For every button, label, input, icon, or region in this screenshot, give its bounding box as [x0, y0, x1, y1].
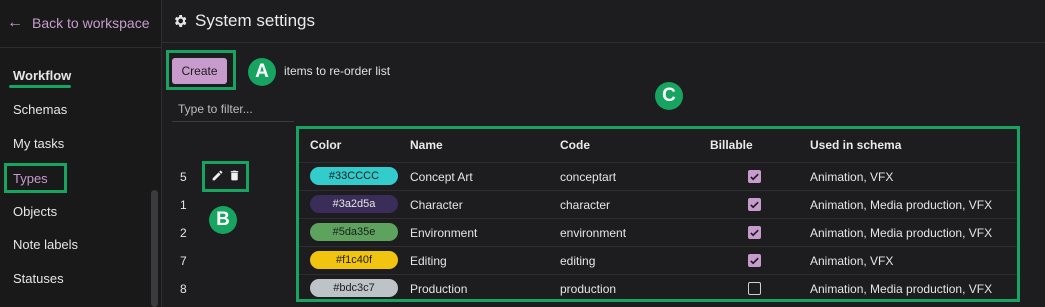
sidebar-scrollbar[interactable]: [151, 190, 158, 307]
billable-checkbox[interactable]: [748, 170, 761, 183]
color-swatch: #5da35e: [310, 223, 398, 241]
type-code: editing: [560, 254, 596, 268]
filter-input[interactable]: [172, 96, 294, 122]
used-in-schema: Animation, Media production, VFX: [810, 282, 993, 296]
billable-checkbox[interactable]: [748, 282, 761, 295]
annotation-badge-c: C: [655, 82, 683, 110]
type-name: Character: [410, 198, 463, 212]
workflow-highlight-underline: [9, 85, 71, 88]
type-code: character: [560, 198, 611, 212]
checkmark-icon: [750, 257, 759, 265]
row-order: 7: [180, 254, 187, 268]
row-divider: [299, 218, 1017, 219]
arrow-left-icon: ←: [7, 14, 23, 31]
type-name: Environment: [410, 226, 478, 240]
types-table-highlight-box: [296, 126, 1020, 302]
color-swatch: #f1c40f: [310, 251, 398, 269]
edit-pencil-icon[interactable]: [211, 169, 224, 182]
annotation-badge-b: B: [209, 206, 237, 234]
type-code: environment: [560, 226, 627, 240]
checkmark-icon: [750, 173, 759, 181]
page-title: System settings: [195, 11, 315, 30]
column-header-used-in-schema[interactable]: Used in schema: [810, 138, 901, 152]
type-name: Production: [410, 282, 468, 296]
row-order: 1: [180, 198, 187, 212]
checkmark-icon: [750, 201, 759, 209]
column-header-code[interactable]: Code: [560, 138, 590, 152]
used-in-schema: Animation, VFX: [810, 170, 894, 184]
used-in-schema: Animation, Media production, VFX: [810, 226, 993, 240]
sidebar-divider: [0, 47, 162, 48]
used-in-schema: Animation, Media production, VFX: [810, 198, 993, 212]
trash-icon[interactable]: [228, 169, 241, 182]
sidebar-item-my-tasks[interactable]: My tasks: [13, 136, 64, 151]
color-swatch: #bdc3c7: [310, 279, 398, 297]
column-header-name[interactable]: Name: [410, 138, 443, 152]
sidebar-item-objects[interactable]: Objects: [13, 204, 57, 219]
gear-icon: [174, 15, 187, 27]
annotation-badge-a: A: [248, 58, 276, 86]
sidebar-item-note-labels[interactable]: Note labels: [13, 237, 78, 252]
billable-checkbox[interactable]: [748, 198, 761, 211]
type-name: Editing: [410, 254, 447, 268]
type-code: production: [560, 282, 617, 296]
row-divider: [299, 246, 1017, 247]
column-header-color[interactable]: Color: [310, 138, 341, 152]
back-to-workspace-link[interactable]: ← Back to workspace: [7, 14, 150, 32]
row-order: 5: [180, 170, 187, 184]
row-order: 8: [180, 282, 187, 296]
billable-checkbox[interactable]: [748, 226, 761, 239]
types-highlight-box: [4, 163, 67, 193]
create-button[interactable]: Create: [172, 58, 227, 84]
used-in-schema: Animation, VFX: [810, 254, 894, 268]
reorder-hint: items to re-order list: [284, 64, 391, 78]
type-name: Concept Art: [410, 170, 473, 184]
actions-highlight-box: [202, 161, 249, 192]
color-swatch: #33CCCC: [310, 167, 398, 185]
row-divider: [299, 274, 1017, 275]
row-order: 2: [180, 226, 187, 240]
row-divider: [299, 162, 1017, 163]
page-header: System settings: [172, 11, 315, 31]
sidebar: ← Back to workspace Workflow Schemas My …: [0, 0, 162, 307]
header-divider: [162, 42, 1045, 43]
checkmark-icon: [750, 229, 759, 237]
row-divider: [299, 190, 1017, 191]
color-swatch: #3a2d5a: [310, 195, 398, 213]
sidebar-item-workflow[interactable]: Workflow: [13, 68, 71, 83]
column-header-billable[interactable]: Billable: [710, 138, 753, 152]
back-label: Back to workspace: [32, 15, 150, 31]
billable-checkbox[interactable]: [748, 254, 761, 267]
type-code: conceptart: [560, 170, 617, 184]
sidebar-item-schemas[interactable]: Schemas: [13, 102, 67, 117]
sidebar-item-statuses[interactable]: Statuses: [13, 271, 64, 286]
